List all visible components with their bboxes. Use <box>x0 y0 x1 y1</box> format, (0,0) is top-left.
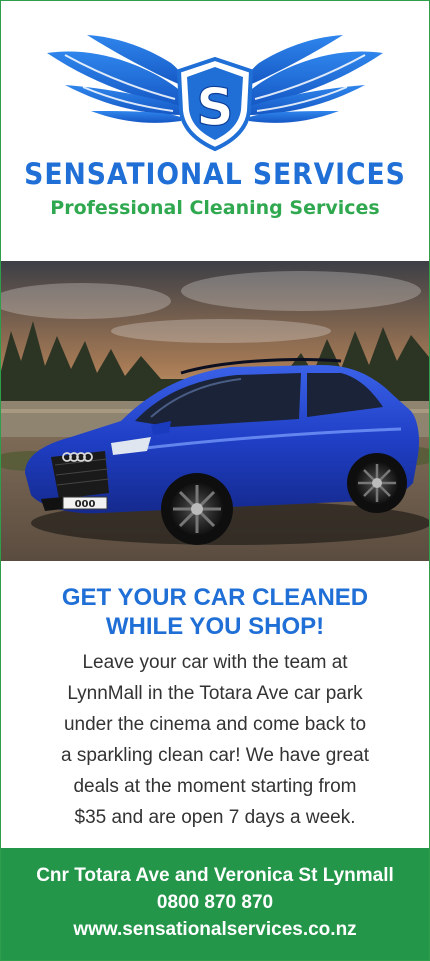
headline-line-1: GET YOUR CAR CLEANED <box>61 584 369 611</box>
footer-address: Cnr Totara Ave and Veronica St Lynmall <box>36 865 394 886</box>
footer-phone[interactable]: 0800 870 870 <box>1 889 429 916</box>
winged-shield-icon: S <box>47 35 383 152</box>
brand-tagline: Professional Cleaning Services <box>50 197 380 219</box>
brand-name: SENSATIONAL SERVICES <box>24 157 406 191</box>
advertisement: S SENSATIONAL SERVICES Professional Clea… <box>0 0 430 961</box>
headline-line-2: WHILE YOU SHOP! <box>105 613 325 640</box>
body-line: $35 and are open 7 days a week. <box>74 807 356 828</box>
body-line: deals at the moment starting from <box>73 776 357 797</box>
blue-station-wagon-photo: 000 <box>1 261 429 561</box>
contact-footer: Cnr Totara Ave and Veronica St Lynmall 0… <box>1 848 429 960</box>
footer-website-link[interactable]: www.sensationalservices.co.nz <box>1 916 429 943</box>
logo-block: S SENSATIONAL SERVICES Professional Clea… <box>1 15 429 261</box>
body-line: Leave your car with the team at <box>82 652 348 673</box>
body-line: a sparkling clean car! We have great <box>60 745 370 766</box>
body-line: under the cinema and come back to <box>63 714 367 735</box>
license-plate: 000 <box>75 499 96 510</box>
promo-headline: GET YOUR CAR CLEANED WHILE YOU SHOP! <box>1 583 429 641</box>
shield-letter: S <box>196 78 233 138</box>
body-line: LynnMall in the Totara Ave car park <box>67 683 363 704</box>
promo-body: Leave your car with the team at LynnMall… <box>23 647 407 833</box>
